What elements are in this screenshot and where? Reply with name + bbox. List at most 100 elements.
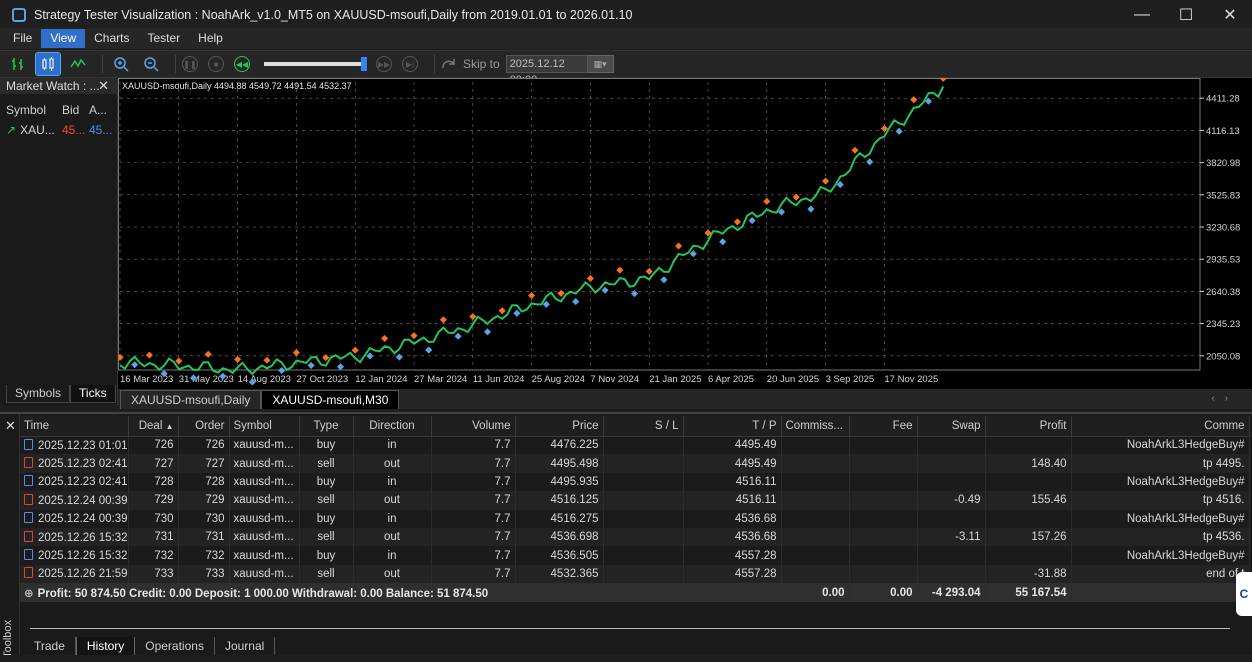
cell-time: 2025.12.24 00:39:15 (20, 509, 129, 528)
market-watch-row[interactable]: ↗ XAU... 45... 45... (0, 120, 117, 140)
column-direction[interactable]: Direction (353, 416, 432, 437)
buy-marker (660, 276, 668, 284)
toolbar-separator (175, 55, 176, 73)
stop-icon[interactable]: ■ (208, 56, 224, 72)
summary-plus-icon[interactable]: ⊕ (24, 588, 34, 600)
cell-time: 2025.12.26 15:32:31 (20, 546, 129, 565)
column-swap[interactable]: Swap (917, 416, 986, 437)
table-row[interactable]: 2025.12.26 15:32:23731731xauusd-m...sell… (20, 527, 1250, 547)
close-icon[interactable]: ✕ (98, 78, 109, 94)
sell-marker (910, 96, 918, 104)
cell-profit: -31.88 (985, 564, 1072, 584)
tab-symbols[interactable]: Symbols (6, 385, 71, 403)
y-tick-label: 3230.68 (1206, 223, 1240, 234)
cell-fee (849, 546, 918, 565)
table-row[interactable]: 2025.12.23 01:01:06726726xauusd-m...buyi… (20, 436, 1250, 455)
column-deal[interactable]: Deal ▲ (128, 416, 179, 437)
speed-slider-knob[interactable] (361, 57, 367, 71)
chart-frame (118, 78, 1201, 371)
close-icon[interactable]: ✕ (5, 418, 16, 434)
column-commission[interactable]: Commiss... (781, 416, 850, 437)
table-row[interactable]: 2025.12.24 00:39:14729729xauusd-m...sell… (20, 491, 1250, 510)
tab-chart-m30[interactable]: XAUUSD-msoufi,M30 (261, 390, 400, 409)
title-bar: Strategy Tester Visualization : NoahArk_… (0, 0, 1252, 30)
market-watch-symbol: XAU... (20, 123, 55, 137)
cell-symbol: xauusd-m... (229, 472, 300, 492)
step-forward-icon[interactable]: ▶▶ (376, 56, 392, 72)
sell-marker (616, 266, 624, 274)
menu-help[interactable]: Help (189, 29, 232, 48)
cell-commission (781, 509, 850, 528)
horizontal-scrollbar[interactable] (20, 626, 1252, 636)
cell-type: buy (299, 436, 354, 455)
price-chart[interactable]: 2050.08 2345.23 2640.38 2935.53 3230.68 3525.… (116, 74, 1252, 389)
tab-journal[interactable]: Journal (215, 637, 276, 656)
speed-slider[interactable] (264, 57, 367, 71)
step-end-icon[interactable]: ▶| (402, 56, 418, 72)
column-ask[interactable]: A... (85, 103, 115, 117)
buy-deal-icon (24, 438, 33, 450)
column-time[interactable]: Time (20, 416, 129, 437)
column-price[interactable]: Price (515, 416, 604, 437)
cell-price: 4536.698 (515, 527, 604, 547)
column-sl[interactable]: S / L (603, 416, 684, 437)
y-tick-label: 2345.23 (1206, 319, 1240, 330)
column-type[interactable]: Type (299, 416, 354, 437)
calendar-dropdown-icon[interactable]: ▦▾ (587, 55, 614, 73)
scrollbar-thumb[interactable] (30, 628, 1230, 634)
zoom-in-icon[interactable] (109, 53, 133, 75)
column-profit[interactable]: Profit (985, 416, 1072, 437)
tab-history[interactable]: History (75, 637, 136, 656)
cell-direction: out (353, 491, 432, 510)
table-row[interactable]: 2025.12.23 02:41:49727727xauusd-m...sell… (20, 454, 1250, 473)
cell-direction: out (353, 454, 432, 473)
cell-symbol: xauusd-m... (229, 546, 300, 565)
column-order[interactable]: Order (178, 416, 230, 437)
table-row[interactable]: 2025.12.23 02:41:53728728xauusd-m...buyi… (20, 472, 1250, 492)
tab-operations[interactable]: Operations (135, 637, 215, 656)
minimize-button[interactable]: — (1120, 0, 1164, 30)
table-row[interactable]: 2025.12.24 00:39:15730730xauusd-m...buyi… (20, 509, 1250, 528)
skip-date-input[interactable]: 2025.12.12 00:00 (505, 55, 588, 86)
cell-profit: 157.26 (985, 527, 1072, 547)
chart-tabs: XAUUSD-msoufi,Daily XAUUSD-msoufi,M30 ‹› (118, 389, 1252, 409)
summary-empty (1071, 583, 1250, 603)
column-symbol[interactable]: Symbol (229, 416, 300, 437)
close-button[interactable]: ✕ (1208, 0, 1252, 30)
bar-chart-icon[interactable] (6, 53, 30, 75)
table-row[interactable]: 2025.12.26 21:59:58733733xauusd-m...sell… (20, 564, 1250, 584)
cell-price: 4536.505 (515, 546, 604, 565)
cell-comment: tp 4536. (1071, 527, 1250, 547)
column-symbol[interactable]: Symbol (0, 103, 58, 117)
menu-file[interactable]: File (4, 29, 41, 48)
maximize-button[interactable]: ☐ (1164, 0, 1208, 30)
table-row[interactable]: 2025.12.26 15:32:31732732xauusd-m...buyi… (20, 546, 1250, 565)
cell-time: 2025.12.23 01:01:06 (20, 436, 129, 455)
column-fee[interactable]: Fee (849, 416, 918, 437)
cell-time: 2025.12.23 02:41:49 (20, 454, 129, 473)
candlestick-icon[interactable] (35, 52, 61, 76)
menu-tester[interactable]: Tester (138, 29, 189, 48)
column-volume[interactable]: Volume (431, 416, 516, 437)
side-widget-button[interactable]: C (1236, 572, 1252, 616)
cell-volume: 7.7 (431, 472, 516, 492)
tab-ticks[interactable]: Ticks (70, 385, 116, 403)
skip-icon (442, 59, 455, 69)
menu-view[interactable]: View (41, 29, 86, 48)
x-tick-label: 21 Jan 2025 (649, 374, 701, 385)
market-watch-header: Market Watch : ... ✕ (0, 78, 117, 94)
rewind-icon[interactable]: ◀◀ (234, 56, 250, 72)
cell-sl (603, 509, 684, 528)
column-tp[interactable]: T / P (683, 416, 782, 437)
column-comment[interactable]: Comme (1071, 416, 1250, 437)
pause-icon[interactable]: ❚❚ (182, 56, 198, 72)
zoom-out-icon[interactable] (139, 53, 163, 75)
tab-trade[interactable]: Trade (24, 637, 76, 656)
cell-symbol: xauusd-m... (229, 509, 300, 528)
column-bid[interactable]: Bid (58, 103, 85, 117)
chart-tab-scroll-icon[interactable]: ‹› (1211, 393, 1238, 404)
menu-charts[interactable]: Charts (85, 29, 138, 48)
tab-chart-daily[interactable]: XAUUSD-msoufi,Daily (120, 390, 262, 409)
line-chart-icon[interactable] (66, 53, 90, 75)
sell-marker (645, 267, 653, 275)
